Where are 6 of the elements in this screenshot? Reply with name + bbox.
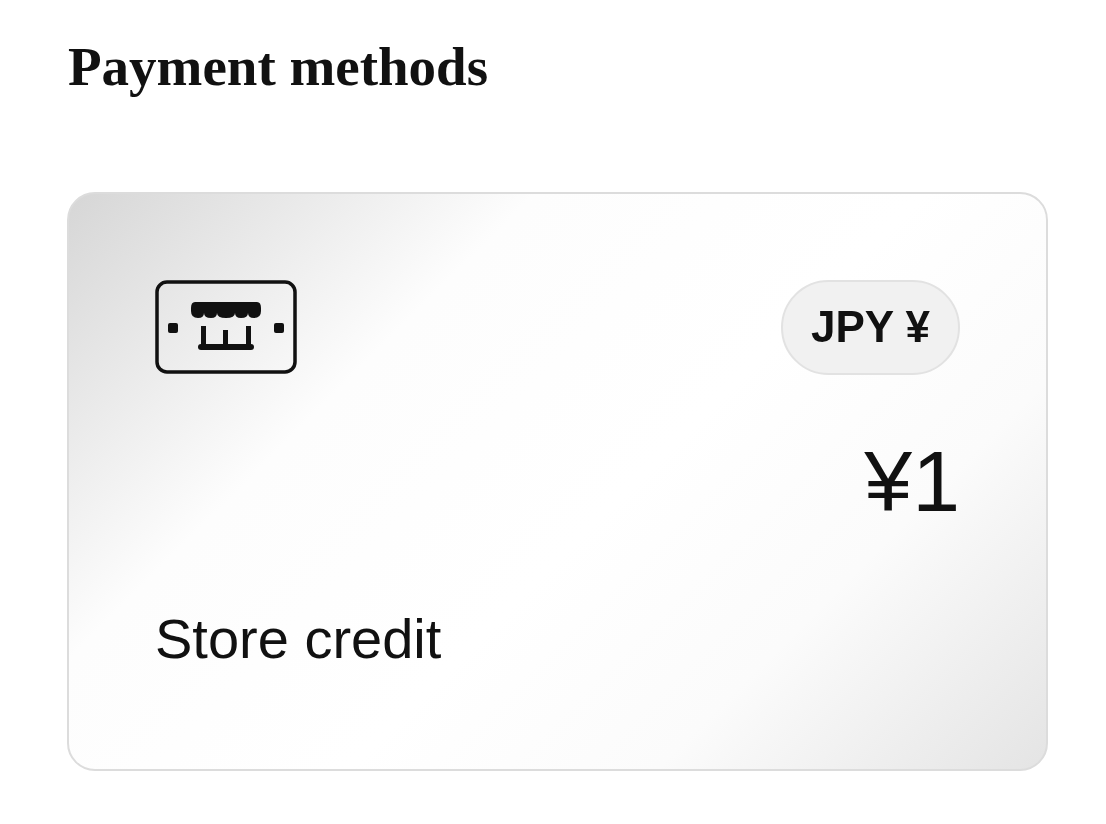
storefront-card-icon [155, 280, 297, 374]
payment-method-card[interactable]: JPY ¥ ¥1 Store credit [67, 192, 1048, 771]
balance-amount: ¥1 [864, 431, 960, 531]
currency-badge: JPY ¥ [780, 280, 960, 375]
payment-method-label: Store credit [155, 606, 442, 670]
section-heading: Payment methods [68, 35, 489, 99]
